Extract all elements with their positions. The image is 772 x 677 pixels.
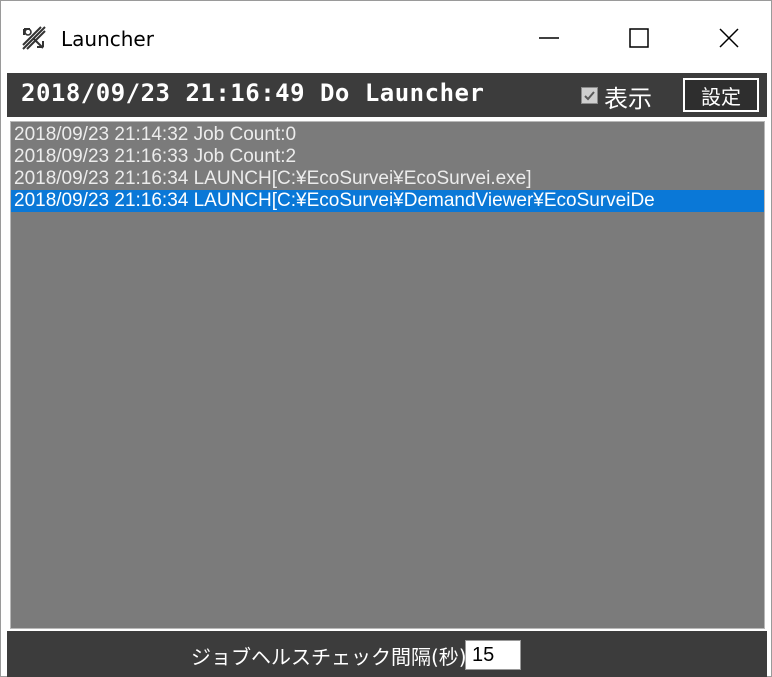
minimize-button[interactable] <box>511 1 587 79</box>
log-item[interactable]: 2018/09/23 21:14:32 Job Count:0 <box>11 124 764 146</box>
header-status-text: 2018/09/23 21:16:49 Do Launcher <box>21 79 485 107</box>
job-health-interval-input[interactable] <box>465 640 521 670</box>
log-item[interactable]: 2018/09/23 21:16:34 LAUNCH[C:¥EcoSurvei¥… <box>11 168 764 190</box>
launcher-app-icon <box>21 25 47 51</box>
title-bar[interactable]: Launcher <box>1 1 771 79</box>
maximize-button[interactable] <box>601 1 677 79</box>
window-title: Launcher <box>61 27 154 51</box>
log-item[interactable]: 2018/09/23 21:16:33 Job Count:2 <box>11 146 764 168</box>
log-item-selected[interactable]: 2018/09/23 21:16:34 LAUNCH[C:¥EcoSurvei¥… <box>11 190 764 212</box>
settings-button[interactable]: 設定 <box>683 78 759 112</box>
maximize-icon <box>628 27 650 53</box>
status-header: 2018/09/23 21:16:49 Do Launcher 表示 設定 <box>7 73 767 117</box>
footer-bar: ジョブヘルスチェック間隔(秒) <box>7 631 767 677</box>
job-health-interval-label: ジョブヘルスチェック間隔(秒) <box>191 645 467 669</box>
minimize-icon <box>538 27 560 53</box>
launcher-window: Launcher 2018/09/23 21:16:49 Do Launcher… <box>0 0 772 677</box>
log-list[interactable]: 2018/09/23 21:14:32 Job Count:0 2018/09/… <box>10 121 765 629</box>
close-icon <box>718 27 740 53</box>
show-checkbox-label[interactable]: 表示 <box>604 79 652 114</box>
close-button[interactable] <box>691 1 767 79</box>
show-checkbox[interactable] <box>581 87 598 104</box>
checkmark-icon <box>584 91 595 101</box>
